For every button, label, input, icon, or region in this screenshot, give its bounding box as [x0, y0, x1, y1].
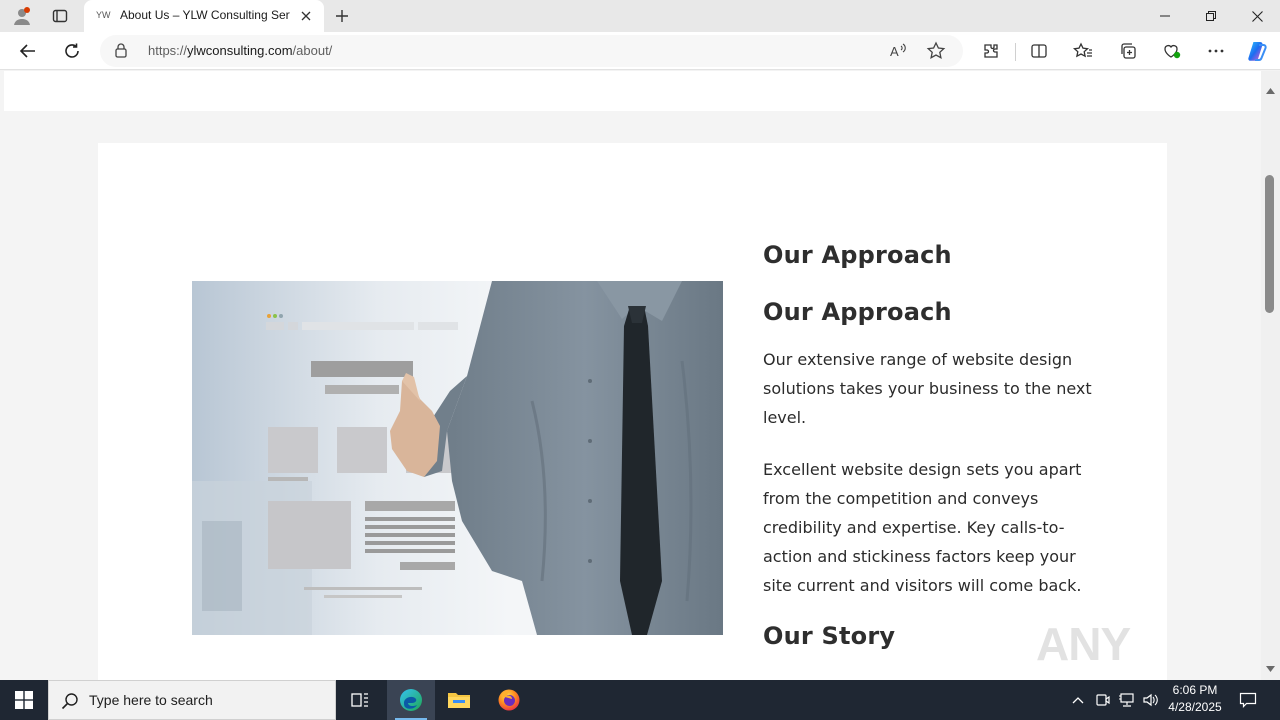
close-tab-icon[interactable]	[296, 6, 316, 26]
tab-title: About Us – YLW Consulting Services	[120, 8, 290, 22]
taskbar-clock[interactable]: 6:06 PM 4/28/2025	[1160, 682, 1230, 716]
site-favicon: YW	[96, 10, 111, 20]
content-card: Our Approach Our Approach Our extensive …	[98, 143, 1167, 680]
favorites-icon[interactable]	[1069, 37, 1097, 65]
clock-time: 6:06 PM	[1172, 683, 1218, 697]
scrollbar-thumb[interactable]	[1265, 175, 1274, 313]
search-icon	[61, 692, 79, 714]
taskbar-edge-icon[interactable]	[387, 680, 435, 720]
split-screen-icon[interactable]	[1025, 37, 1053, 65]
restore-icon[interactable]	[1188, 0, 1234, 32]
scroll-down-arrow-icon[interactable]	[1266, 657, 1275, 676]
profile-avatar-icon[interactable]	[6, 4, 38, 28]
meet-now-icon[interactable]	[1093, 680, 1113, 720]
lock-icon[interactable]	[114, 42, 128, 62]
network-icon[interactable]	[1116, 680, 1138, 720]
minimize-icon[interactable]	[1142, 0, 1188, 32]
close-window-icon[interactable]	[1234, 0, 1280, 32]
extensions-icon[interactable]	[977, 37, 1005, 65]
address-bar[interactable]: https://ylwconsulting.com/about/ A	[100, 35, 963, 67]
taskbar-search-box[interactable]: Type here to search	[48, 680, 336, 720]
browser-essentials-icon[interactable]	[1158, 37, 1186, 65]
show-hidden-icons-chevron-icon[interactable]	[1068, 680, 1088, 720]
refresh-icon[interactable]	[58, 37, 86, 65]
page-viewport: Our Approach Our Approach Our extensive …	[0, 71, 1261, 680]
svg-text:A: A	[890, 44, 899, 59]
tab-actions-icon[interactable]	[44, 4, 76, 28]
tab-bar: YW About Us – YLW Consulting Services	[0, 0, 1280, 32]
paragraph-design-solutions: Our extensive range of website design so…	[763, 350, 1092, 427]
browser-toolbar: https://ylwconsulting.com/about/ A	[0, 32, 1280, 70]
url-text[interactable]: https://ylwconsulting.com/about/	[148, 43, 332, 58]
page-scrollbar[interactable]	[1261, 71, 1280, 680]
task-view-icon[interactable]	[336, 680, 384, 720]
read-aloud-icon[interactable]: A	[888, 41, 908, 65]
copilot-icon[interactable]	[1243, 37, 1271, 65]
taskbar-firefox-icon[interactable]	[485, 680, 533, 720]
windows-start-icon[interactable]	[0, 680, 48, 720]
heading-our-approach-2: Our Approach	[763, 298, 952, 326]
back-icon[interactable]	[14, 37, 42, 65]
tab-about-us[interactable]: YW About Us – YLW Consulting Services	[84, 0, 324, 32]
notifications-icon[interactable]	[1234, 680, 1262, 720]
more-options-icon[interactable]	[1202, 37, 1230, 65]
browser-window: YW About Us – YLW Consulting Services	[0, 0, 1280, 720]
scroll-up-arrow-icon[interactable]	[1266, 79, 1275, 98]
clock-date: 4/28/2025	[1168, 700, 1222, 714]
site-header-strip	[4, 71, 1261, 111]
windows-taskbar: Type here to search 6:06 PM 4/28/2025	[0, 680, 1280, 720]
search-placeholder: Type here to search	[89, 692, 213, 708]
collections-icon[interactable]	[1114, 37, 1142, 65]
volume-icon[interactable]	[1140, 680, 1162, 720]
taskbar-file-explorer-icon[interactable]	[435, 680, 483, 720]
anyrun-watermark-logo: ANY RUN	[1036, 618, 1134, 680]
heading-our-approach: Our Approach	[763, 241, 952, 269]
favorite-star-icon[interactable]	[926, 41, 946, 65]
new-tab-icon[interactable]	[330, 4, 354, 28]
paragraph-excellent-design: Excellent website design sets you apart …	[763, 460, 1082, 595]
hero-image-businessman	[192, 281, 723, 635]
